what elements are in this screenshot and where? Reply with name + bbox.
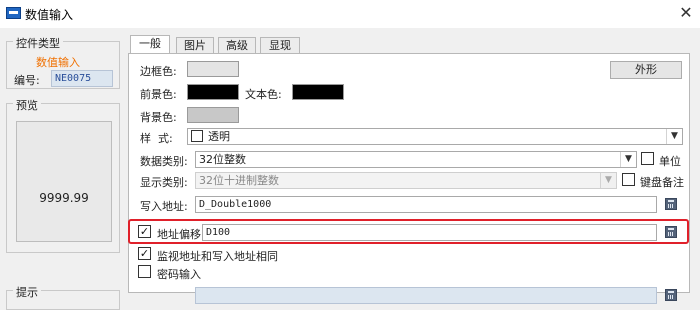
title-bar: 数值输入 ✕ xyxy=(0,0,700,28)
display-type-value: 32位十进制整数 xyxy=(199,174,279,187)
calculator-icon[interactable] xyxy=(665,198,677,210)
border-color-label: 边框色: xyxy=(140,65,177,78)
hint-group: 提示 xyxy=(6,284,120,310)
text-color-label: 文本色: xyxy=(245,88,282,101)
id-label: 编号: xyxy=(14,74,40,87)
data-type-label: 数据类别: xyxy=(140,155,188,168)
write-address-label: 写入地址: xyxy=(140,200,188,213)
border-color-swatch[interactable] xyxy=(187,61,239,77)
address-offset-checkbox[interactable]: ✓ xyxy=(138,225,151,238)
tab-advanced[interactable]: 高级 xyxy=(218,37,256,54)
back-color-label: 背景色: xyxy=(140,111,177,124)
display-type-label: 显示类别: xyxy=(140,176,188,189)
display-type-select: 32位十进制整数 ▼ xyxy=(195,172,617,189)
style-swatch-checkbox xyxy=(191,130,203,142)
keyboard-note-label: 键盘备注 xyxy=(640,176,684,189)
control-type-name: 数值输入 xyxy=(36,56,80,69)
tab-display[interactable]: 显现 xyxy=(260,37,300,54)
preview-box xyxy=(16,121,112,242)
back-color-swatch[interactable] xyxy=(187,107,239,123)
control-type-legend: 控件类型 xyxy=(13,35,63,51)
id-field: NE0075 xyxy=(51,70,113,87)
password-checkbox[interactable] xyxy=(138,265,151,278)
text-color-swatch[interactable] xyxy=(292,84,344,100)
tab-general[interactable]: 一般 xyxy=(130,35,170,54)
preview-value: 9999.99 xyxy=(39,191,89,205)
monitor-same-label: 监视地址和写入地址相同 xyxy=(157,250,278,263)
app-icon xyxy=(6,7,21,19)
fore-color-label: 前景色: xyxy=(140,88,177,101)
style-value: 透明 xyxy=(208,130,230,143)
chevron-down-icon[interactable]: ▼ xyxy=(620,152,636,167)
data-type-value: 32位整数 xyxy=(199,153,246,166)
write-address-input[interactable]: D_Double1000 xyxy=(195,196,657,213)
monitor-same-checkbox[interactable]: ✓ xyxy=(138,247,151,260)
data-type-select[interactable]: 32位整数 ▼ xyxy=(195,151,637,168)
monitor-address-input-partial xyxy=(195,287,657,304)
window-title: 数值输入 xyxy=(25,8,74,22)
close-button[interactable]: ✕ xyxy=(676,2,696,24)
keyboard-note-checkbox[interactable] xyxy=(622,173,635,186)
hint-legend: 提示 xyxy=(13,284,41,300)
chevron-down-icon: ▼ xyxy=(600,173,616,188)
address-offset-label: 地址偏移 xyxy=(157,228,201,241)
shape-button[interactable]: 外形 xyxy=(610,61,682,79)
unit-label: 单位 xyxy=(659,155,681,168)
unit-checkbox[interactable] xyxy=(641,152,654,165)
chevron-down-icon[interactable]: ▼ xyxy=(666,129,682,144)
password-label: 密码输入 xyxy=(157,268,201,281)
calculator-icon xyxy=(665,289,677,301)
preview-legend: 预览 xyxy=(13,97,41,113)
style-label: 样 式: xyxy=(140,132,173,145)
calculator-icon[interactable] xyxy=(665,226,677,238)
address-offset-input[interactable]: D100 xyxy=(202,224,657,241)
fore-color-swatch[interactable] xyxy=(187,84,239,100)
tab-image[interactable]: 图片 xyxy=(176,37,214,54)
style-select[interactable]: 透明 ▼ xyxy=(187,128,683,145)
